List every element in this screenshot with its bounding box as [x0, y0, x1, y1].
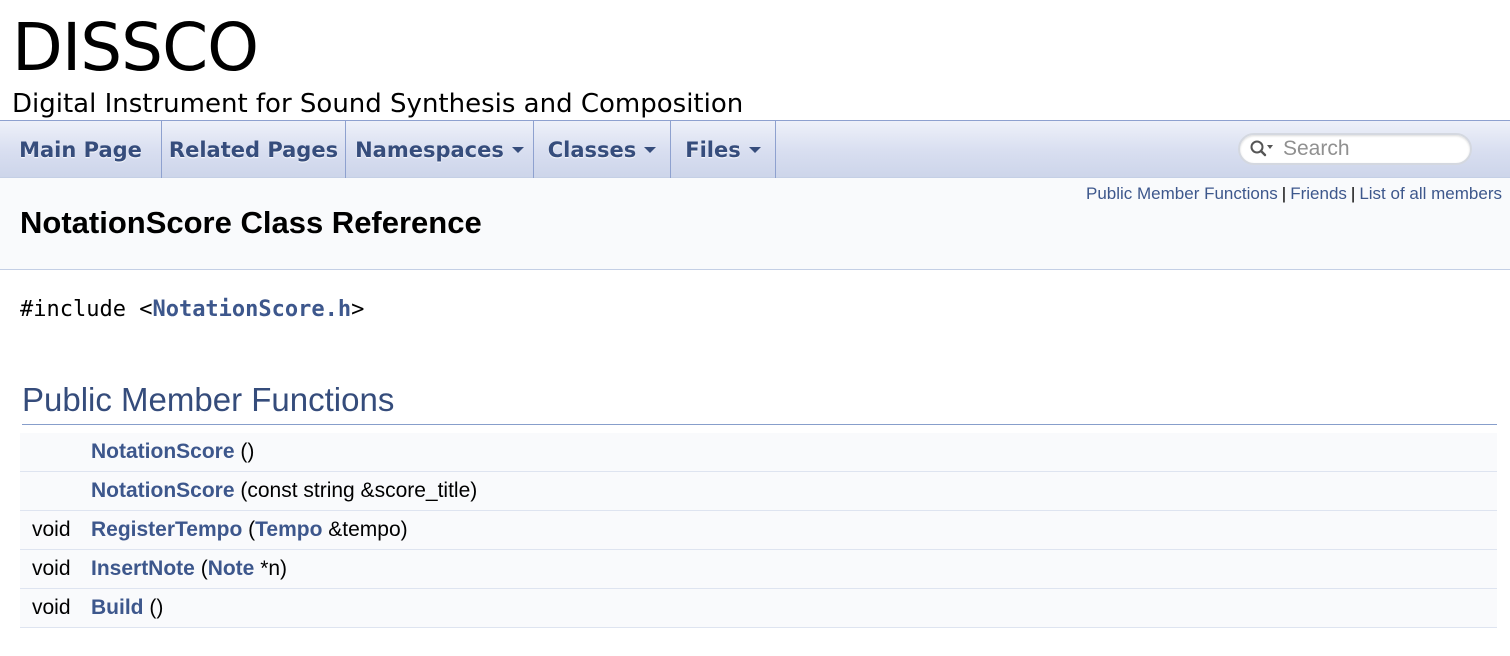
member-args: (): [143, 596, 164, 619]
caret-down-icon: [644, 146, 657, 153]
title-area: DISSCO Digital Instrument for Sound Synt…: [0, 0, 1510, 120]
search-icon[interactable]: [1249, 139, 1275, 159]
project-name: DISSCO: [12, 9, 259, 86]
member-signature: NotationScore (): [91, 440, 1497, 464]
include-prefix: #include <: [20, 297, 153, 322]
member-args: *n): [254, 557, 288, 580]
member-row: NotationScore (): [20, 433, 1497, 472]
include-line: #include <NotationScore.h>: [20, 296, 364, 324]
nav-classes[interactable]: Classes: [534, 121, 671, 178]
member-row: void Build (): [20, 589, 1497, 628]
include-file-link[interactable]: NotationScore.h: [152, 297, 351, 322]
link-list-of-all-members[interactable]: List of all members: [1359, 184, 1502, 203]
member-signature: NotationScore (const string &score_title…: [91, 479, 1497, 503]
member-list: NotationScore () NotationScore (const st…: [20, 433, 1497, 628]
nav-files[interactable]: Files: [671, 121, 776, 178]
member-link-notationscore[interactable]: NotationScore: [91, 479, 235, 502]
include-suffix: >: [351, 297, 365, 322]
member-link-notationscore[interactable]: NotationScore: [91, 440, 235, 463]
member-link-build[interactable]: Build: [91, 596, 144, 619]
member-args: (: [242, 518, 256, 541]
nav-main-page-label: Main Page: [19, 137, 142, 162]
member-signature: InsertNote (Note *n): [91, 557, 1497, 581]
member-return-type: void: [32, 518, 71, 541]
caret-down-icon: [511, 146, 524, 153]
summary-separator: |: [1281, 184, 1287, 203]
project-brief: Digital Instrument for Sound Synthesis a…: [12, 89, 744, 119]
search-box[interactable]: [1238, 133, 1472, 165]
section-heading-public-member-functions: Public Member Functions: [22, 378, 1497, 425]
param-type-link-note[interactable]: Note: [208, 557, 255, 580]
member-return-type: void: [32, 596, 71, 619]
nav-files-label: Files: [685, 137, 741, 162]
nav-classes-label: Classes: [547, 137, 637, 162]
link-public-member-functions[interactable]: Public Member Functions: [1086, 184, 1278, 203]
member-signature: Build (): [91, 596, 1497, 620]
nav-namespaces[interactable]: Namespaces: [346, 121, 534, 178]
member-args: (): [234, 440, 255, 463]
page-header: Public Member Functions | Friends | List of …: [0, 178, 1510, 270]
member-args: &tempo): [322, 518, 408, 541]
summary-links: Public Member Functions | Friends | List of …: [1086, 184, 1502, 204]
member-row: void InsertNote (Note *n): [20, 550, 1497, 589]
member-row: void RegisterTempo (Tempo &tempo): [20, 511, 1497, 550]
member-return-type: void: [32, 557, 71, 580]
nav-related-pages-label: Related Pages: [168, 137, 339, 162]
search-input[interactable]: [1281, 136, 1465, 162]
member-args: (: [194, 557, 208, 580]
member-args: (const string &score_title): [234, 479, 478, 502]
member-signature: RegisterTempo (Tempo &tempo): [91, 518, 1497, 542]
link-friends[interactable]: Friends: [1290, 184, 1347, 203]
param-type-link-tempo[interactable]: Tempo: [255, 518, 322, 541]
page-title: NotationScore Class Reference: [20, 205, 482, 240]
nav-related-pages[interactable]: Related Pages: [162, 121, 346, 178]
caret-down-icon: [748, 146, 761, 153]
member-row: NotationScore (const string &score_title…: [20, 472, 1497, 511]
member-link-registertempo[interactable]: RegisterTempo: [91, 518, 242, 541]
member-link-insertnote[interactable]: InsertNote: [91, 557, 195, 580]
nav-namespaces-label: Namespaces: [355, 137, 504, 162]
nav-main-page[interactable]: Main Page: [0, 121, 162, 178]
summary-separator: |: [1350, 184, 1356, 203]
